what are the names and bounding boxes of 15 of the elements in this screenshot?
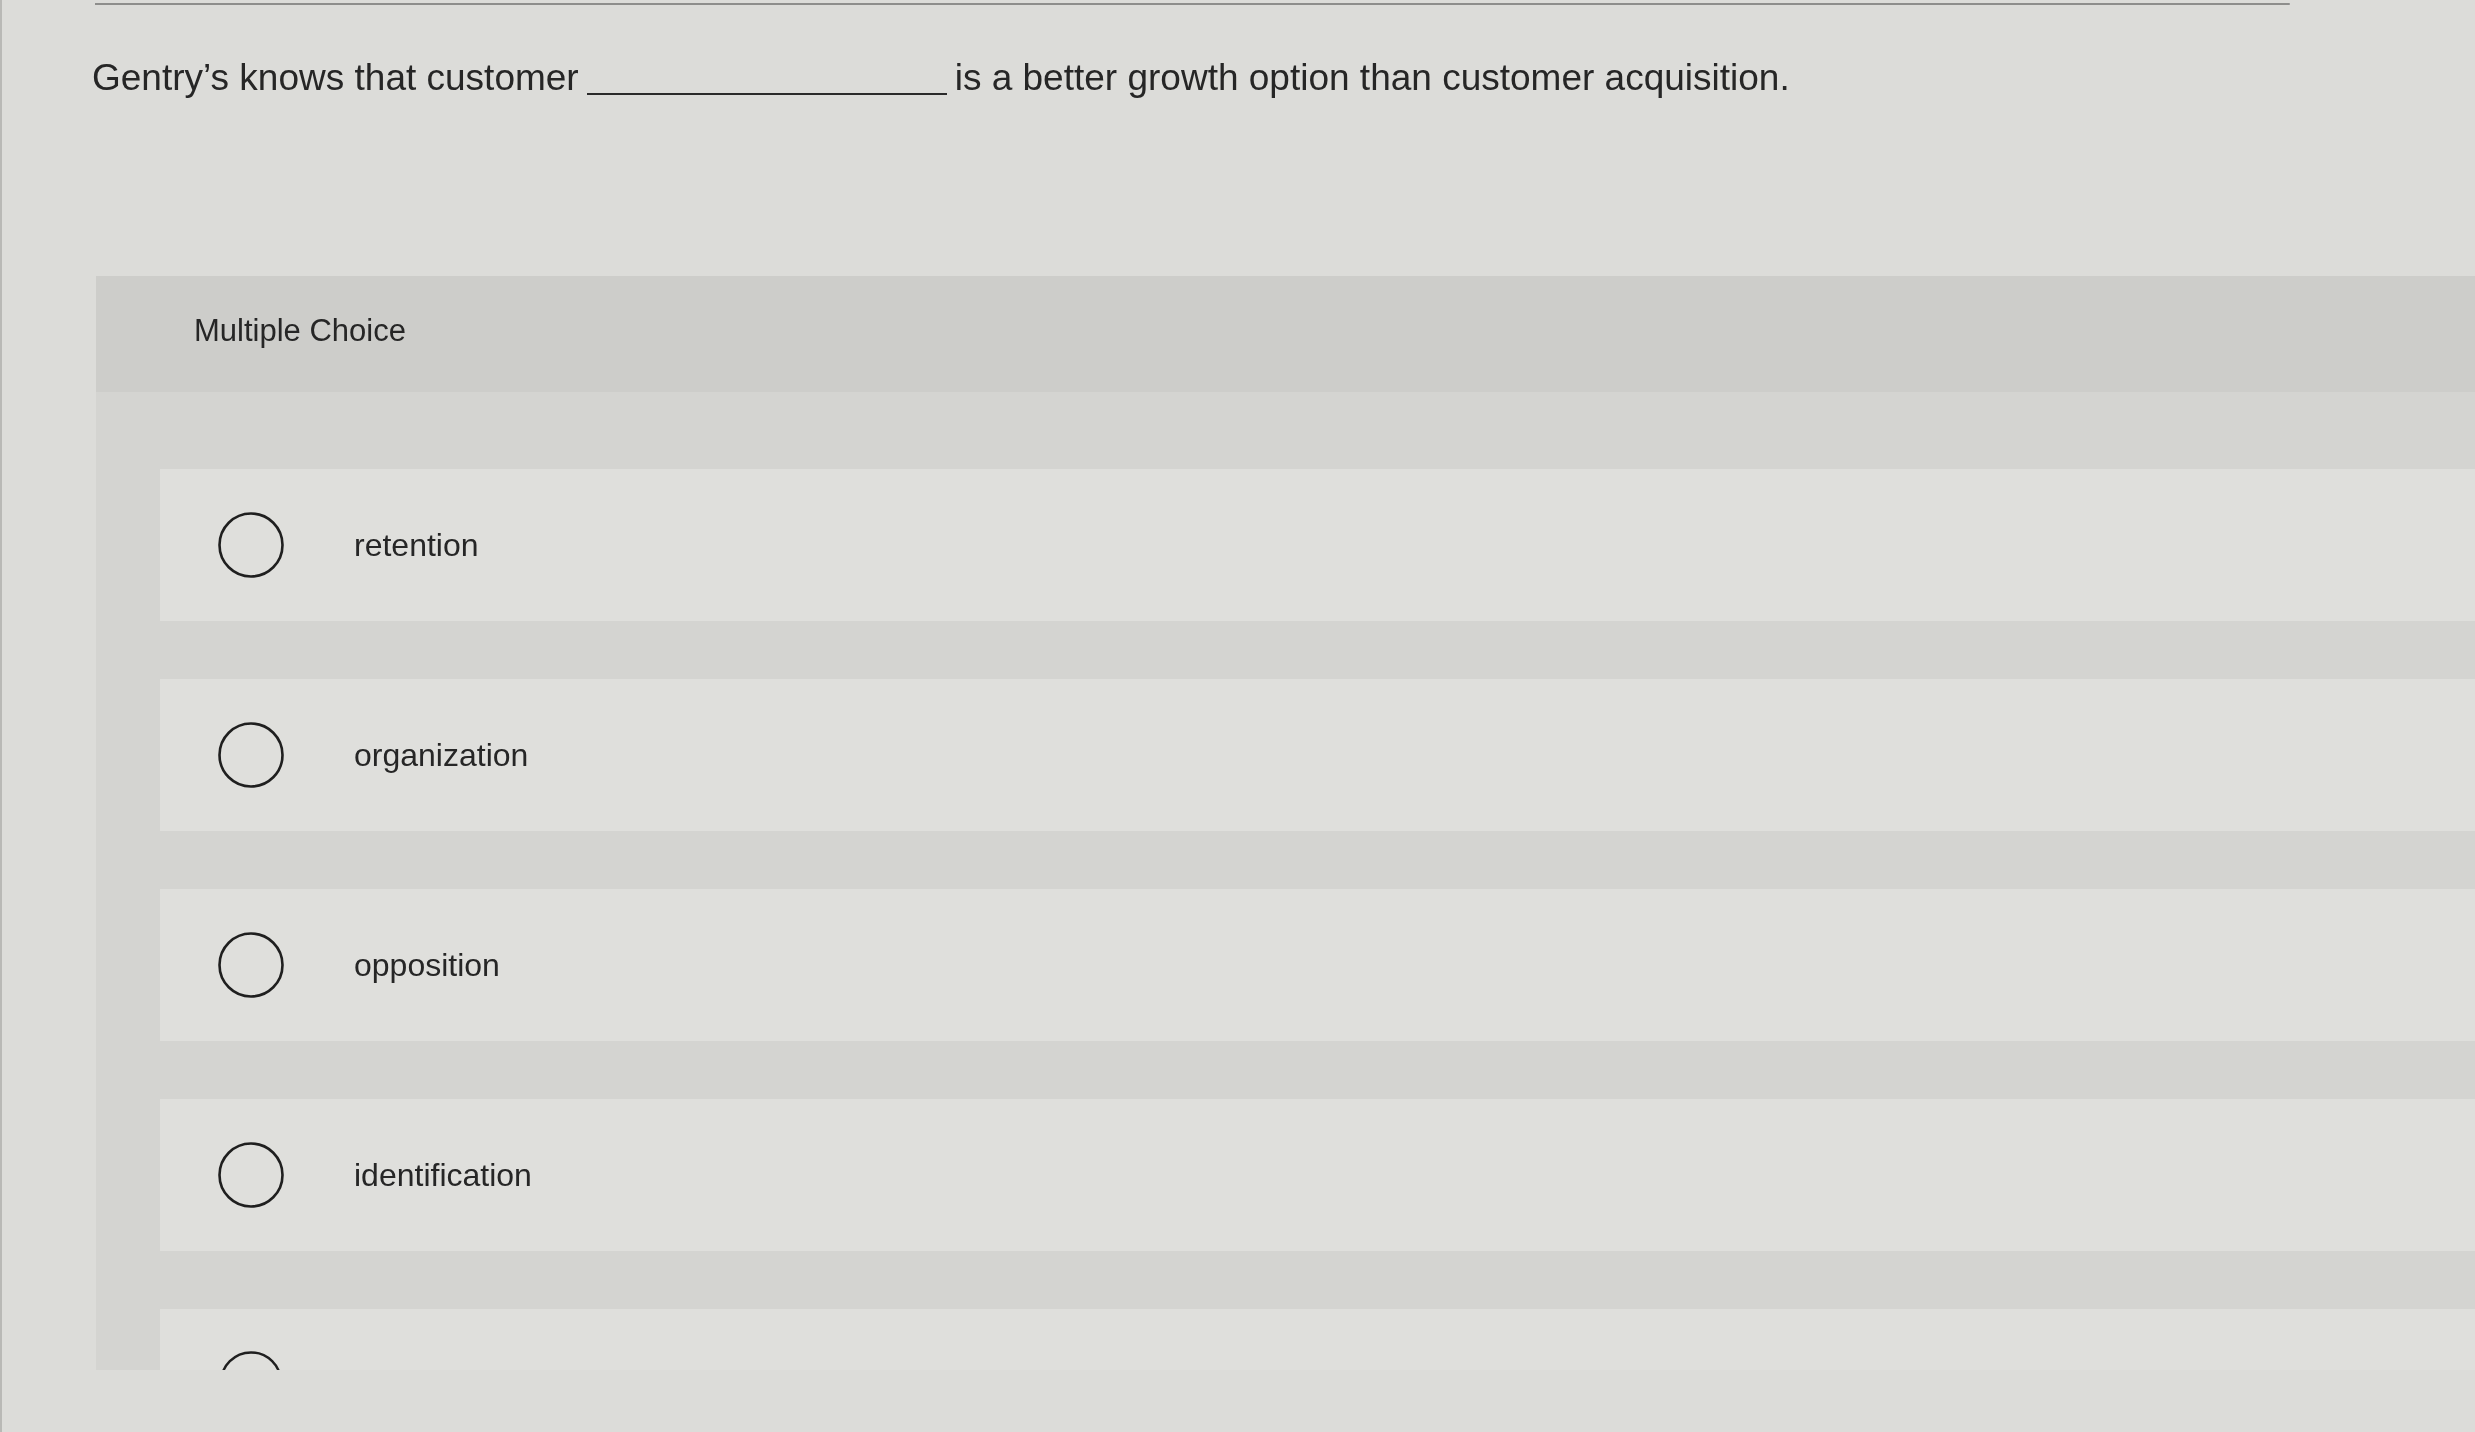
answer-option[interactable]: retention xyxy=(160,469,2475,621)
panel-title: Multiple Choice xyxy=(194,312,406,350)
answer-option[interactable]: opposition xyxy=(160,889,2475,1041)
radio-button[interactable] xyxy=(218,1142,284,1208)
question-text: Gentry’s knows that customer xyxy=(92,57,579,98)
radio-button[interactable] xyxy=(218,512,284,578)
question-text: is a better growth option than customer acquisition. xyxy=(954,57,1790,98)
answer-option[interactable]: organization xyxy=(160,679,2475,831)
radio-button[interactable] xyxy=(218,932,284,998)
option-label: identification xyxy=(354,1156,532,1195)
option-label: organization xyxy=(354,736,529,775)
answer-option[interactable]: identification xyxy=(160,1099,2475,1251)
option-label: opposition xyxy=(354,946,500,985)
radio-button[interactable] xyxy=(218,722,284,788)
option-label: retention xyxy=(354,526,479,565)
